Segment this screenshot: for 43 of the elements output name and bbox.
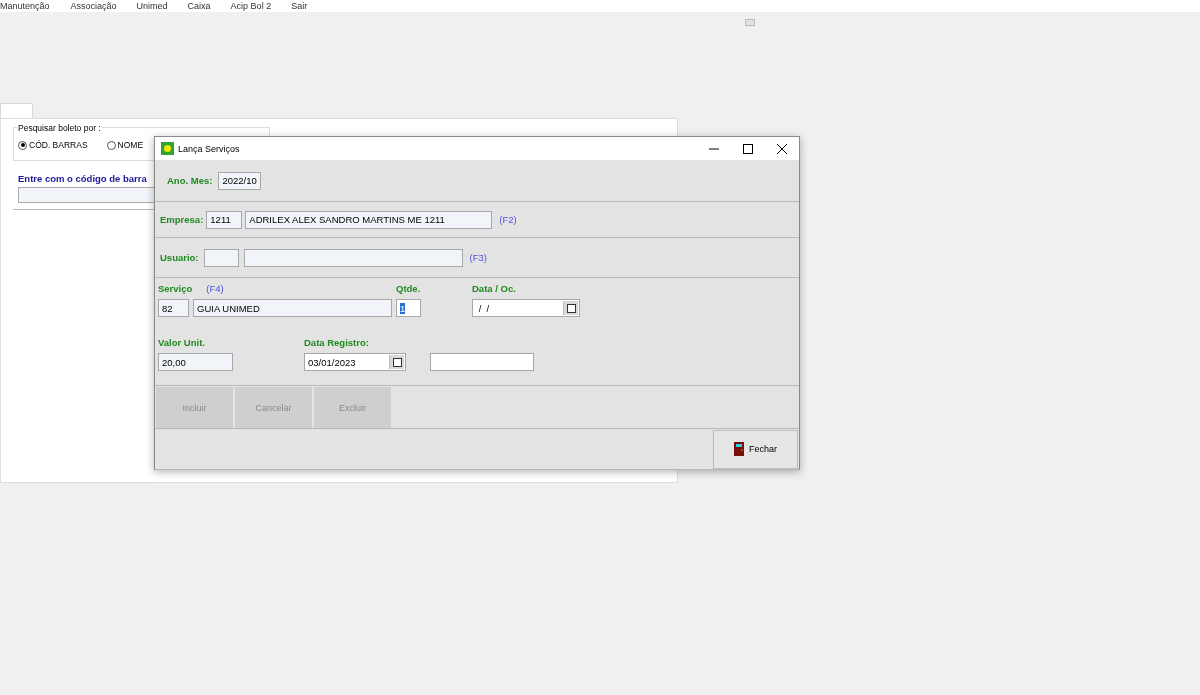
hotkey-hint: (F4) bbox=[206, 283, 224, 294]
field-label: Empresa: bbox=[160, 214, 204, 225]
text-field[interactable] bbox=[430, 353, 534, 371]
service-code-field[interactable]: 82 bbox=[158, 299, 189, 317]
hotkey-hint: (F3) bbox=[469, 252, 487, 263]
field-label: Data Registro: bbox=[304, 337, 370, 348]
app-icon bbox=[161, 142, 174, 155]
menu-item[interactable]: Sair bbox=[291, 0, 308, 12]
calendar-icon[interactable] bbox=[389, 355, 404, 369]
radio-option[interactable]: CÓD. BARRAS bbox=[18, 140, 88, 150]
close-icon[interactable] bbox=[776, 142, 788, 155]
menu-item[interactable]: Unimed bbox=[136, 0, 168, 12]
field-label: Qtde. bbox=[396, 283, 422, 294]
window-title: Lança Serviços bbox=[178, 143, 240, 154]
date-field[interactable]: 03/01/2023 bbox=[304, 353, 406, 371]
field-label: Data / Oc. bbox=[472, 283, 517, 294]
year-month-field[interactable]: 2022/10 bbox=[218, 171, 262, 190]
radio-option[interactable]: NOME bbox=[106, 140, 144, 150]
menu-item[interactable]: Acip Bol 2 bbox=[230, 0, 272, 12]
radio-icon[interactable] bbox=[106, 140, 116, 150]
menu-item[interactable]: Associação bbox=[70, 0, 117, 12]
field-label: Serviço bbox=[158, 283, 193, 294]
service-name-field[interactable]: GUIA UNIMED bbox=[193, 299, 392, 317]
field-label: Ano. Mes: bbox=[167, 175, 213, 186]
unit-value-field[interactable]: 20,00 bbox=[158, 353, 233, 371]
field-label: Usuario: bbox=[160, 252, 199, 263]
date-field[interactable]: / / bbox=[472, 299, 580, 317]
hotkey-hint: (F2) bbox=[499, 214, 517, 225]
calendar-icon[interactable] bbox=[563, 301, 578, 315]
close-button[interactable]: Fechar bbox=[713, 429, 798, 469]
field-label: Valor Unit. bbox=[158, 337, 206, 348]
menu-item[interactable]: Manutenção bbox=[0, 0, 50, 12]
user-name-field[interactable] bbox=[243, 248, 463, 267]
barcode-label: Entre com o código de barra bbox=[18, 173, 147, 184]
quantity-field[interactable]: 1 bbox=[396, 299, 421, 317]
door-icon bbox=[734, 442, 744, 456]
menu-item[interactable]: Caixa bbox=[187, 0, 211, 12]
company-name-field[interactable]: ADRILEX ALEX SANDRO MARTINS ME 1211 bbox=[245, 210, 493, 229]
radio-icon[interactable] bbox=[18, 140, 27, 150]
maximize-icon[interactable] bbox=[742, 142, 754, 155]
company-code-field[interactable]: 1211 bbox=[206, 210, 243, 229]
user-code-field[interactable] bbox=[203, 248, 239, 267]
group-title: Pesquisar boleto por : bbox=[17, 123, 102, 133]
